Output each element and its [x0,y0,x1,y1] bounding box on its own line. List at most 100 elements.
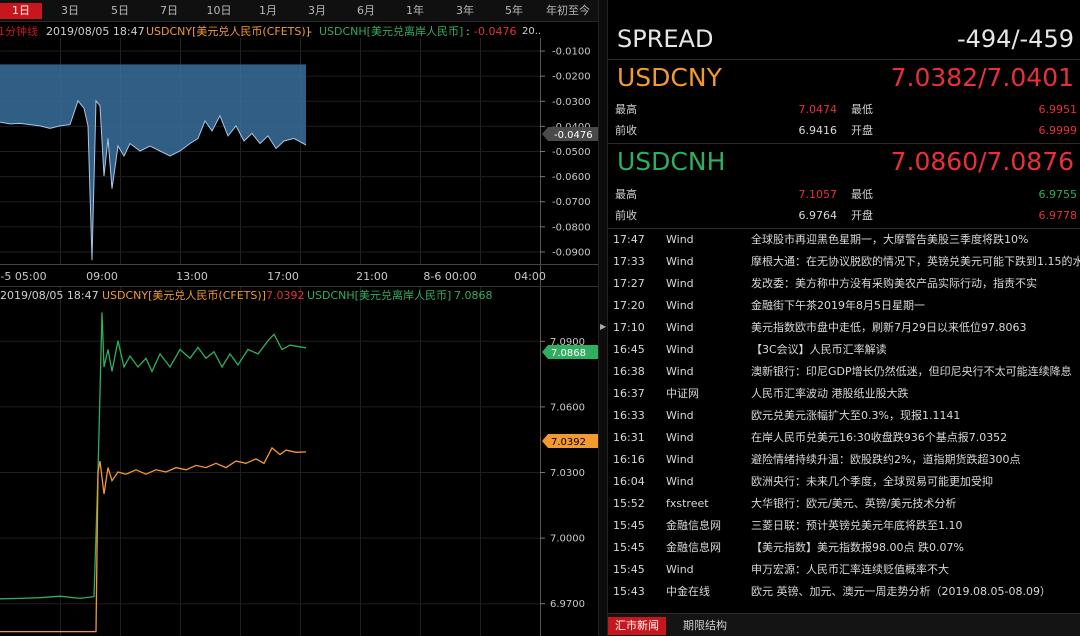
collapse-arrow-icon[interactable]: ▶ [600,322,606,332]
news-time: 15:45 [613,541,645,554]
news-item[interactable]: 16:16 Wind 避险情绪持续升温：欧股跌约2%，道指期货跌超300点 [608,449,1080,471]
news-time: 16:37 [613,387,645,400]
news-time: 17:47 [613,233,645,246]
news-source: 中金在线 [666,585,710,598]
tab-1y[interactable]: 1年 [397,3,433,19]
tab-5y[interactable]: 5年 [496,3,532,19]
news-time: 16:38 [613,365,645,378]
spread-chart[interactable]: 1分钟线 2019/08/05 18:47 USDCNY[美元兑人民币(CFET… [0,22,598,286]
y-tick-label: -0.0300 [552,97,591,108]
tab-1m[interactable]: 1月 [250,3,286,19]
open-label: 开盘 [851,124,873,137]
y-tick-label: 7.0600 [550,402,585,413]
news-source: Wind [666,409,694,422]
news-title: 【美元指数】美元指数报98.00点 跌0.07% [751,541,964,554]
news-item[interactable]: 16:45 Wind 【3C会议】人民币汇率解读 [608,339,1080,361]
news-item[interactable]: 16:31 Wind 在岸人民币兑美元16:30收盘跌936个基点报7.0352 [608,427,1080,449]
y-tick-label: -0.0200 [552,72,591,83]
spread-value: -494/-459 [956,25,1074,53]
price-chart-grid [0,286,598,636]
low-label: 最低 [851,103,873,116]
spread-label: SPREAD [617,25,714,53]
news-time: 16:16 [613,453,645,466]
spread-x-axis: 8-5 05:00 09:00 13:00 17:00 21:00 8-6 00:00 04… [0,270,546,283]
x-tick-label: 8-6 00:00 [423,270,476,283]
news-time: 16:33 [613,409,645,422]
news-title: 澳新银行：印尼GDP增长仍然低迷，但印尼央行不太可能连续降息 [751,365,1072,378]
quote-usdcny-name: USDCNY [617,63,722,92]
news-item[interactable]: 17:47 Wind 全球股市再迎黑色星期一，大摩警告美股三季度将跌10% [608,229,1080,251]
news-source: Wind [666,321,694,334]
y-tick-label: 6.9700 [550,599,585,610]
spread-current-value: -0.0476 [554,130,593,141]
tab-3y[interactable]: 3年 [447,3,483,19]
news-title: 欧元兑美元涨幅扩大至0.3%，现报1.1141 [751,409,961,422]
x-tick-label: 21:00 [356,270,388,283]
news-time: 15:52 [613,497,645,510]
prev-close-value: 6.9416 [798,124,838,137]
news-time: 17:27 [613,277,645,290]
chart2-series2-value: 7.0868 [454,289,493,302]
chart1-series2-label: USDCNH[美元兑离岸人民币] [319,24,463,38]
news-item[interactable]: 15:45 金融信息网 三菱日联：预计英镑兑美元年底将跌至1.10 [608,515,1080,537]
chart2-series2-label: USDCNH[美元兑离岸人民币] [307,288,451,302]
news-item[interactable]: 17:33 Wind 摩根大通：在无协议脱欧的情况下，英镑兑美元可能下跌到1.15的… [608,251,1080,273]
news-item[interactable]: 15:52 fxstreet 大华银行：欧元/美元、英镑/美元技术分析 [608,493,1080,515]
news-source: Wind [666,299,694,312]
tab-1d[interactable]: 1日 [0,3,42,19]
news-item[interactable]: 15:45 金融信息网 【美元指数】美元指数报98.00点 跌0.07% [608,537,1080,559]
news-title: 避险情绪持续升温：欧股跌约2%，道指期货跌超300点 [751,453,1021,466]
chart1-interval-label: 1分钟线 [0,24,38,38]
chart1-value: -0.0476 [474,25,516,38]
news-item[interactable]: 17:10 Wind 美元指数欧市盘中走低，刷新7月29日以来低位97.8063 [608,317,1080,339]
price-y-axis: 7.09007.06007.03007.00006.9700 [540,337,585,610]
y-tick-label: -0.0600 [552,172,591,183]
news-source: Wind [666,343,694,356]
news-item[interactable]: 17:27 Wind 发改委：美方称中方没有采购美农产品实际行动，指责不实 [608,273,1080,295]
chart2-series1-value: 7.0392 [266,289,305,302]
low-value: 6.9951 [1038,103,1078,116]
tab-term-structure[interactable]: 期限结构 [676,617,734,635]
quote-usdcnh[interactable]: USDCNH 7.0860/7.0876 最高 7.1057 最低 6.9755… [608,144,1080,228]
news-item[interactable]: 16:33 Wind 欧元兑美元涨幅扩大至0.3%，现报1.1141 [608,405,1080,427]
tab-7d[interactable]: 7日 [151,3,187,19]
x-tick-label: 04:00 [514,270,546,283]
news-source: fxstreet [666,497,709,510]
tab-10d[interactable]: 10日 [200,3,238,19]
price-chart[interactable]: 2019/08/05 18:47 USDCNY[美元兑人民币(CFETS)] 7… [0,286,598,636]
chart1-colon: : [466,25,470,38]
news-source: Wind [666,255,694,268]
news-item[interactable]: 17:20 Wind 金融街下午茶2019年8月5日星期一 [608,295,1080,317]
news-time: 16:04 [613,475,645,488]
news-title: 发改委：美方称中方没有采购美农产品实际行动，指责不实 [751,277,1037,290]
x-tick-label: 09:00 [86,270,118,283]
usdcnh-tag: 7.0868 [542,345,598,359]
high-label: 最高 [615,188,637,201]
news-item[interactable]: 16:04 Wind 欧洲央行：未来几个季度，全球贸易可能更加受抑 [608,471,1080,493]
tab-6m[interactable]: 6月 [348,3,384,19]
y-tick-label: 7.0300 [550,468,585,479]
news-item[interactable]: 16:37 中证网 人民币汇率波动 港股纸业股大跌 [608,383,1080,405]
spread-area [0,64,306,261]
tab-3m[interactable]: 3月 [299,3,335,19]
news-item[interactable]: 15:43 中金在线 欧元 英镑、加元、澳元一周走势分析（2019.08.05-08… [608,581,1080,603]
news-title: 大华银行：欧元/美元、英镑/美元技术分析 [751,497,957,510]
tab-3d[interactable]: 3日 [52,3,88,19]
panel-divider[interactable] [598,0,608,636]
low-label: 最低 [851,188,873,201]
usdcny-tag: 7.0392 [542,434,598,448]
quote-usdcnh-price: 7.0860/7.0876 [890,147,1074,176]
quote-usdcny[interactable]: USDCNY 7.0382/7.0401 最高 7.0474 最低 6.9951… [608,60,1080,142]
prev-close-value: 6.9764 [798,209,838,222]
tab-ytd[interactable]: 年初至今 [542,3,594,19]
news-title: 人民币汇率波动 港股纸业股大跌 [751,387,909,400]
period-tab-bar: 1日 3日 5日 7日 10日 1月 3月 6月 1年 3年 5年 年初至今 [0,0,598,22]
news-source: Wind [666,431,694,444]
spread-header: SPREAD -494/-459 [608,24,1080,56]
news-item[interactable]: 16:38 Wind 澳新银行：印尼GDP增长仍然低迷，但印尼央行不太可能连续降息 [608,361,1080,383]
news-item[interactable]: 15:45 Wind 申万宏源：人民币汇率连续贬值概率不大 [608,559,1080,581]
open-label: 开盘 [851,209,873,222]
tab-5d[interactable]: 5日 [102,3,138,19]
news-time: 16:31 [613,431,645,444]
tab-fx-news[interactable]: 汇市新闻 [608,617,666,635]
